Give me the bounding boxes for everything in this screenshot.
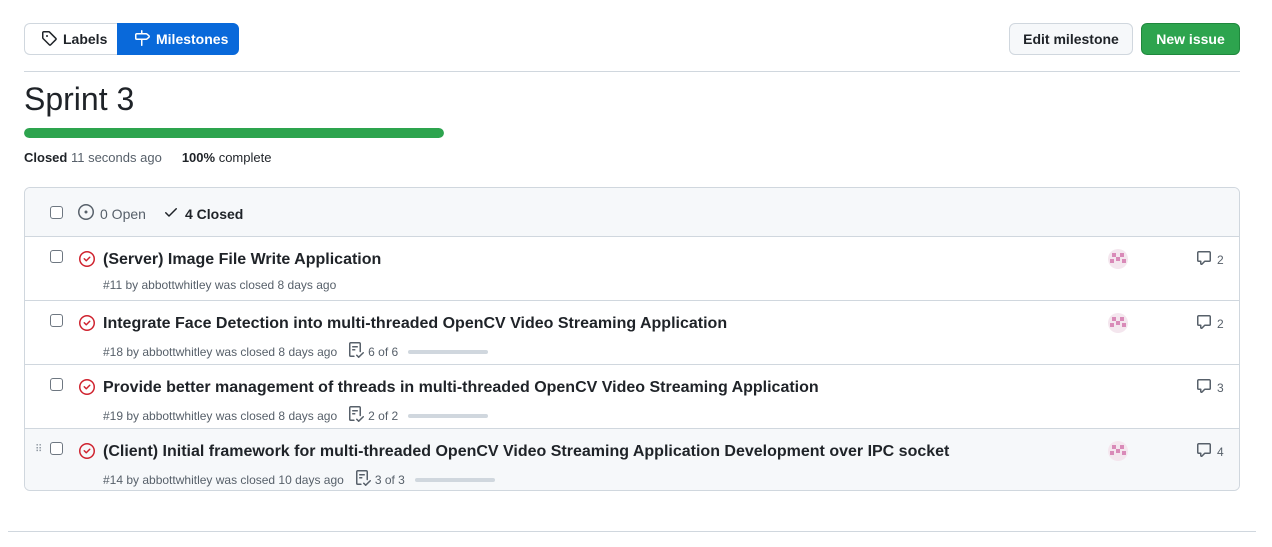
labels-button-text: Labels <box>63 31 108 47</box>
issue-closed-icon <box>79 251 95 267</box>
header-divider <box>24 71 1240 72</box>
open-issues-count: 0 Open <box>100 205 146 222</box>
issue-row: Provide better management of threads in … <box>25 365 1239 429</box>
issue-checkbox[interactable] <box>50 250 63 263</box>
milestone-status: Closed 11 seconds ago <box>24 150 162 166</box>
milestone-status-time: 11 seconds ago <box>70 150 162 165</box>
issue-comments-link[interactable]: 3 <box>1196 378 1224 397</box>
issue-title-link[interactable]: Integrate Face Detection into multi-thre… <box>103 314 727 334</box>
drag-handle-icon[interactable]: ⠿ <box>35 444 42 455</box>
milestone-toolbar: Labels Milestones Edit milestone New iss… <box>24 23 1240 55</box>
new-issue-button[interactable]: New issue <box>1141 23 1240 55</box>
edit-milestone-button[interactable]: Edit milestone <box>1009 23 1133 55</box>
issue-meta: #14 by abbottwhitley was closed 10 days … <box>103 470 495 489</box>
checklist-icon <box>348 406 365 425</box>
issue-row: ⠿ (Client) Initial framework for multi-t… <box>25 429 1239 490</box>
issue-opened-icon <box>78 204 94 223</box>
comment-count: 2 <box>1217 316 1224 331</box>
task-count: 3 of 3 <box>374 472 405 487</box>
milestone-completion: 100% complete <box>182 150 272 166</box>
task-count: 6 of 6 <box>368 344 399 359</box>
task-progress[interactable]: 6 of 6 <box>348 342 489 361</box>
labels-button[interactable]: Labels <box>24 23 117 55</box>
issue-closed-icon <box>79 315 95 331</box>
milestone-progress-fill <box>24 128 444 138</box>
milestone-title: Sprint 3 <box>24 81 135 117</box>
closed-issues-filter[interactable]: 4 Closed <box>163 204 243 223</box>
check-icon <box>163 204 179 223</box>
task-progress-bar <box>414 477 495 482</box>
issue-row: Integrate Face Detection into multi-thre… <box>25 301 1239 365</box>
select-all-checkbox[interactable] <box>50 206 63 219</box>
issue-meta: #19 by abbottwhitley was closed 8 days a… <box>103 406 489 425</box>
comment-icon <box>1196 378 1212 397</box>
milestone-icon <box>134 29 150 49</box>
issue-meta: #11 by abbottwhitley was closed 8 days a… <box>103 278 336 292</box>
labels-milestones-switch: Labels Milestones <box>24 23 239 55</box>
milestone-complete-label: complete <box>218 150 272 165</box>
issue-meta: #18 by abbottwhitley was closed 8 days a… <box>103 342 489 361</box>
issue-title-link[interactable]: (Client) Initial framework for multi-thr… <box>103 442 949 462</box>
issues-list-header: 0 Open 4 Closed <box>25 188 1239 237</box>
task-progress-bar <box>408 349 489 354</box>
closed-issues-count: 4 Closed <box>185 205 244 222</box>
task-progress[interactable]: 3 of 3 <box>355 470 495 489</box>
avatar[interactable] <box>1108 249 1128 269</box>
issue-title-link[interactable]: Provide better management of threads in … <box>103 378 819 398</box>
issue-checkbox[interactable] <box>50 314 63 327</box>
task-progress-bar <box>408 413 489 418</box>
milestone-percent: 100% <box>181 150 216 165</box>
milestones-button[interactable]: Milestones <box>117 23 239 55</box>
open-issues-filter[interactable]: 0 Open <box>78 204 146 223</box>
issue-checkbox[interactable] <box>50 442 63 455</box>
comment-icon <box>1196 442 1212 461</box>
issues-list: 0 Open 4 Closed (Server) Image File Writ… <box>24 187 1240 491</box>
issue-title-link[interactable]: (Server) Image File Write Application <box>103 250 381 270</box>
issue-meta-text: #18 by abbottwhitley was closed 8 days a… <box>103 344 338 359</box>
issue-checkbox[interactable] <box>50 378 63 391</box>
issue-closed-icon <box>79 379 95 395</box>
task-progress[interactable]: 2 of 2 <box>348 406 489 425</box>
milestone-status-label: Closed <box>24 150 68 165</box>
checklist-icon <box>348 342 365 361</box>
issue-row: (Server) Image File Write Application #1… <box>25 237 1239 301</box>
comment-icon <box>1196 250 1212 269</box>
task-count: 2 of 2 <box>368 408 399 423</box>
tag-icon <box>41 30 57 49</box>
issue-closed-icon <box>79 443 95 459</box>
issue-meta-text: #19 by abbottwhitley was closed 8 days a… <box>103 408 338 423</box>
footer-divider <box>8 531 1256 532</box>
comment-icon <box>1196 314 1212 333</box>
avatar[interactable] <box>1108 441 1128 461</box>
milestone-progress-bar <box>24 128 444 138</box>
comment-count: 4 <box>1217 444 1224 459</box>
checklist-icon <box>355 470 371 489</box>
issue-meta-text: #11 by abbottwhitley was closed 8 days a… <box>103 278 337 292</box>
milestone-meta: Closed 11 seconds ago 100% complete <box>24 150 271 166</box>
issue-meta-text: #14 by abbottwhitley was closed 10 days … <box>103 472 344 487</box>
issue-comments-link[interactable]: 4 <box>1196 442 1224 461</box>
milestones-button-text: Milestones <box>156 31 229 47</box>
avatar[interactable] <box>1108 313 1128 333</box>
comment-count: 2 <box>1217 252 1224 267</box>
comment-count: 3 <box>1217 380 1224 395</box>
issue-comments-link[interactable]: 2 <box>1196 250 1224 269</box>
issue-comments-link[interactable]: 2 <box>1196 314 1224 333</box>
